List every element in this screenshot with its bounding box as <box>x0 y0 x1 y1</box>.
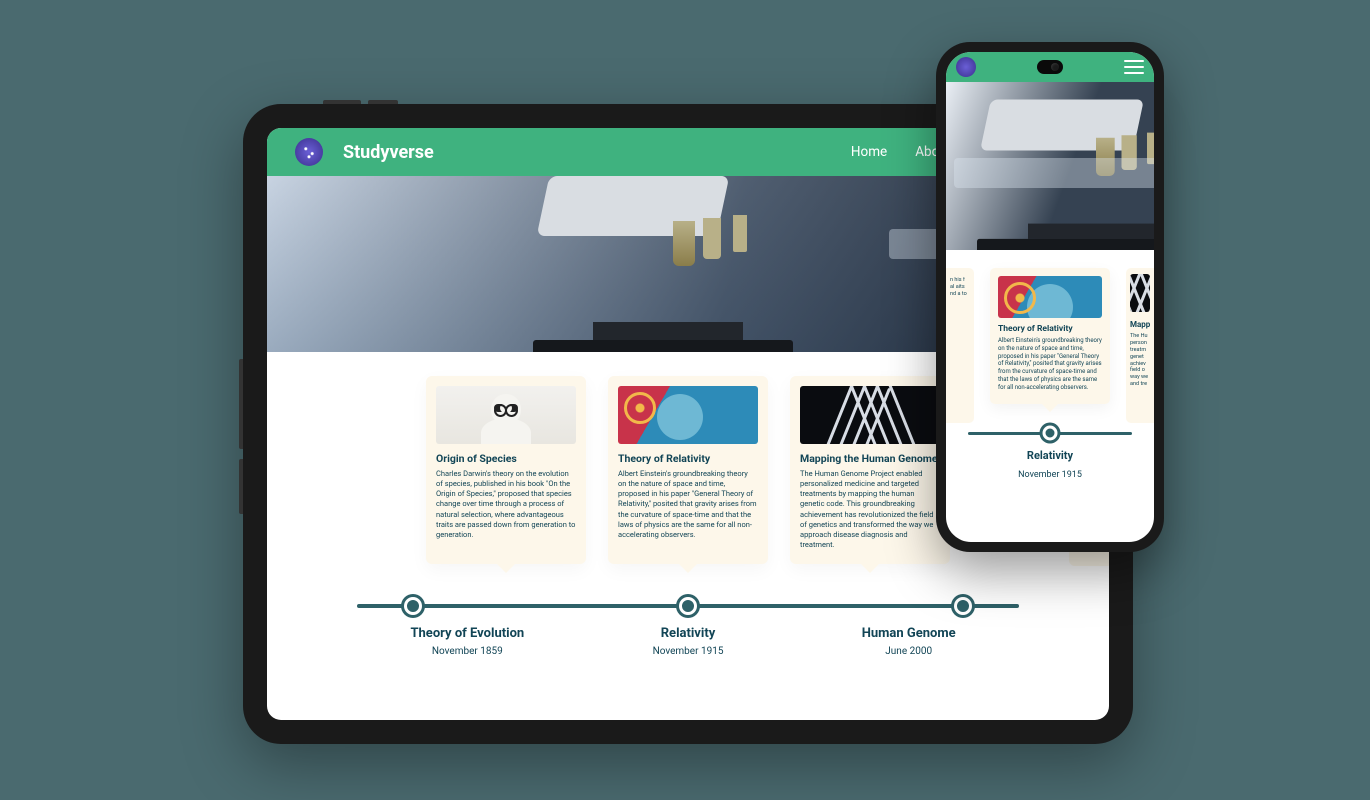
timeline-label-title: Human Genome <box>798 626 1019 642</box>
timeline-dot-relativity[interactable] <box>1043 426 1058 441</box>
card-image-dna <box>1130 274 1150 312</box>
card-description: Albert Einstein's groundbreaking theory … <box>998 337 1102 392</box>
timeline-card-evolution[interactable]: Origin of Species Charles Darwin's theor… <box>426 376 586 564</box>
lab-items-illustration <box>954 158 1154 250</box>
card-title-partial: Mapp <box>1130 320 1150 329</box>
timeline-label-title: Theory of Evolution <box>357 626 578 642</box>
mobile-timeline-track: Relativity November 1915 <box>946 432 1154 480</box>
timeline-card-relativity[interactable]: Theory of Relativity Albert Einstein's g… <box>608 376 768 564</box>
timeline-dot-relativity[interactable] <box>679 597 697 615</box>
timeline-label-relativity: Relativity November 1915 <box>578 626 799 657</box>
tablet-power-button <box>323 100 361 104</box>
timeline-dot-genome[interactable] <box>954 597 972 615</box>
timeline-label-date: November 1859 <box>357 646 578 657</box>
timeline-label-relativity: Relativity November 1915 <box>968 449 1132 480</box>
card-description: Charles Darwin's theory on the evolution… <box>436 469 576 540</box>
timeline-dot-evolution[interactable] <box>404 597 422 615</box>
timeline-label-date: June 2000 <box>798 646 1019 657</box>
card-description-partial: The Hu person treatm genet achiev field … <box>1130 333 1150 388</box>
card-image-einstein <box>998 276 1102 318</box>
card-description: Albert Einstein's groundbreaking theory … <box>618 469 758 540</box>
mobile-hero-image <box>946 82 1154 250</box>
timeline-label-title: Relativity <box>578 626 799 642</box>
card-title: Theory of Relativity <box>618 452 758 465</box>
card-image-einstein <box>618 386 758 444</box>
card-image-darwin <box>436 386 576 444</box>
microscope-illustration <box>503 176 803 352</box>
timeline-card-genome[interactable]: Mapping the Human Genome The Human Genom… <box>790 376 950 564</box>
mobile-timeline-section: n his f al aits nd a to Theory of Relati… <box>946 250 1154 542</box>
timeline-line <box>968 432 1132 435</box>
timeline-line <box>357 604 1019 608</box>
timeline-card-partial-right[interactable]: Mapp The Hu person treatm genet achiev f… <box>1126 268 1154 423</box>
timeline-label-genome: Human Genome June 2000 <box>798 626 1019 657</box>
phone-device-frame: n his f al aits nd a to Theory of Relati… <box>936 42 1164 552</box>
tablet-volume-button <box>368 100 398 104</box>
timeline-label-date: November 1915 <box>578 646 799 657</box>
mobile-cards-row: Theory of Relativity Albert Einstein's g… <box>946 268 1154 404</box>
logo-icon[interactable] <box>295 138 323 166</box>
card-title: Mapping the Human Genome <box>800 452 940 465</box>
phone-screen: n his f al aits nd a to Theory of Relati… <box>946 52 1154 542</box>
card-description: The Human Genome Project enabled persona… <box>800 469 940 550</box>
card-image-dna <box>800 386 940 444</box>
timeline-label-date: November 1915 <box>968 470 1132 480</box>
logo-icon[interactable] <box>956 57 976 77</box>
phone-camera-notch <box>1037 60 1063 74</box>
card-title: Theory of Relativity <box>998 324 1102 334</box>
hamburger-menu-icon[interactable] <box>1124 60 1144 74</box>
mobile-header <box>946 52 1154 82</box>
card-title: Origin of Species <box>436 452 576 465</box>
timeline-track: Theory of Evolution November 1859 Relati… <box>267 604 1109 657</box>
timeline-label-evolution: Theory of Evolution November 1859 <box>357 626 578 657</box>
brand-name[interactable]: Studyverse <box>343 142 434 163</box>
nav-home[interactable]: Home <box>851 144 887 160</box>
timeline-labels: Theory of Evolution November 1859 Relati… <box>357 626 1019 657</box>
timeline-card-relativity[interactable]: Theory of Relativity Albert Einstein's g… <box>990 268 1110 404</box>
timeline-label-title: Relativity <box>968 449 1132 462</box>
